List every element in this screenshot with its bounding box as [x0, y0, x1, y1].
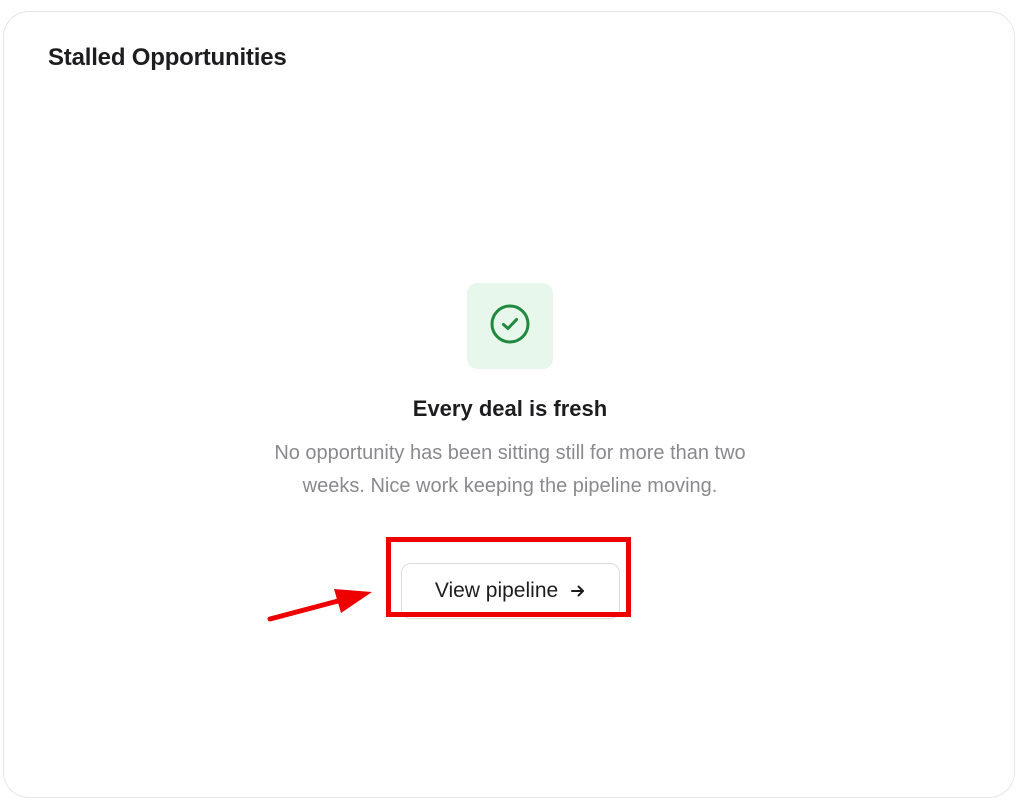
card-title: Stalled Opportunities	[48, 44, 287, 71]
view-pipeline-button[interactable]: View pipeline	[401, 563, 620, 619]
stalled-opportunities-card: Stalled Opportunities Every deal is fres…	[3, 11, 1015, 798]
arrow-right-icon	[570, 583, 586, 599]
check-circle-icon	[488, 302, 532, 351]
empty-state-description: No opportunity has been sitting still fo…	[274, 442, 746, 497]
empty-state-icon-container	[467, 283, 553, 369]
empty-state-title: Every deal is fresh	[412, 396, 608, 421]
view-pipeline-label: View pipeline	[434, 579, 559, 602]
